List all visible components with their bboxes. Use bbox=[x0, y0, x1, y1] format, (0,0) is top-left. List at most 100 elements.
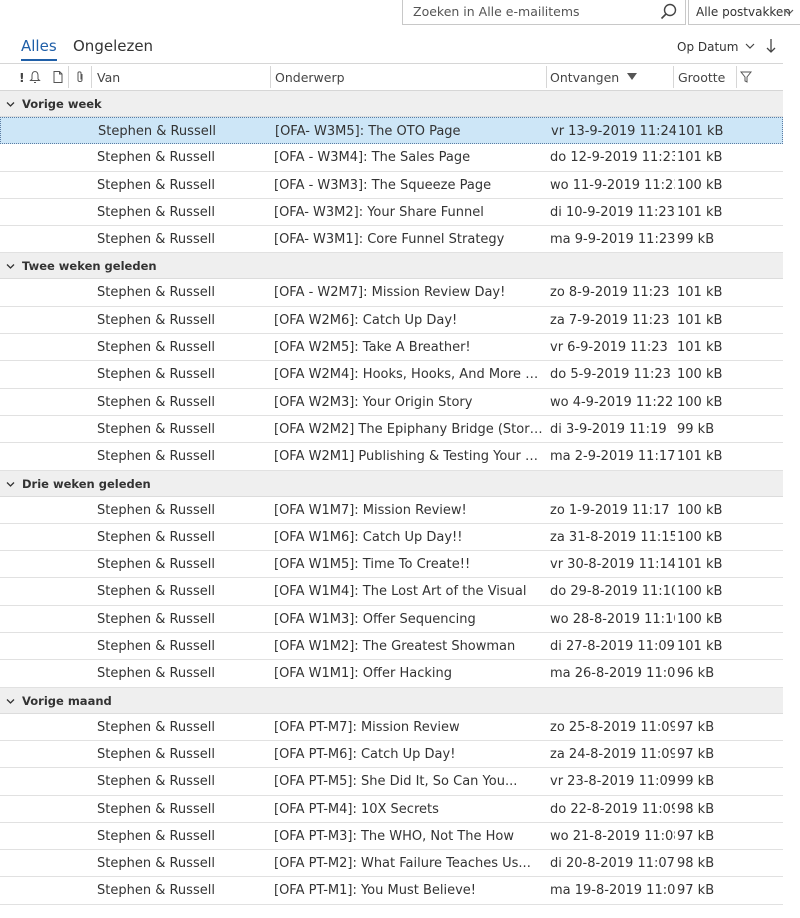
chevron-down-icon[interactable] bbox=[6, 697, 15, 706]
search-box bbox=[402, 0, 686, 25]
message-row[interactable]: Stephen & Russell [OFA - W3M3]: The Squee… bbox=[0, 172, 783, 199]
message-subject: [OFA PT-M3]: The WHO, Not The How bbox=[274, 828, 514, 844]
message-subject: [OFA PT-M6]: Catch Up Day! bbox=[274, 746, 456, 762]
sort-direction-arrow-icon[interactable] bbox=[764, 36, 778, 56]
message-size: 101 kB bbox=[678, 124, 724, 139]
sort-by-dropdown[interactable]: Op Datum bbox=[677, 40, 755, 54]
message-row[interactable]: Stephen & Russell [OFA- W3M5]: The OTO Pa… bbox=[0, 117, 783, 145]
message-sender: Stephen & Russell bbox=[97, 449, 215, 465]
tab-all[interactable]: Alles bbox=[21, 37, 57, 61]
flag-filter-icon[interactable] bbox=[740, 70, 752, 84]
message-subject: [OFA PT-M4]: 10X Secrets bbox=[274, 801, 439, 817]
message-row[interactable]: Stephen & Russell [OFA W1M2]: The Greates… bbox=[0, 633, 783, 661]
chevron-down-icon[interactable] bbox=[6, 262, 15, 271]
message-sender: Stephen & Russell bbox=[97, 177, 215, 193]
message-subject: [OFA- W3M5]: The OTO Page bbox=[275, 124, 461, 139]
message-row[interactable]: Stephen & Russell [OFA - W2M7]: Mission R… bbox=[0, 279, 783, 307]
message-row[interactable]: Stephen & Russell [OFA W2M6]: Catch Up Da… bbox=[0, 307, 783, 335]
message-size: 98 kB bbox=[677, 801, 715, 817]
message-row[interactable]: Stephen & Russell [OFA PT-M7]: Mission Re… bbox=[0, 714, 783, 741]
message-row[interactable]: Stephen & Russell [OFA W1M4]: The Lost Ar… bbox=[0, 578, 783, 606]
message-size: 96 kB bbox=[677, 666, 715, 682]
group-header[interactable]: Vorige maand bbox=[0, 687, 783, 714]
message-received: do 22-8-2019 11:09 bbox=[550, 801, 675, 817]
from-column[interactable]: Van bbox=[97, 64, 120, 90]
message-row[interactable]: Stephen & Russell [OFA W1M3]: Offer Seque… bbox=[0, 606, 783, 634]
message-subject: [OFA W2M4]: Hooks, Hooks, And More Hooks bbox=[274, 367, 546, 383]
sort-by-label: Op Datum bbox=[677, 40, 739, 54]
group-header[interactable]: Vorige week bbox=[0, 91, 783, 117]
message-row[interactable]: Stephen & Russell [OFA W2M1] Publishing &… bbox=[0, 443, 783, 471]
chevron-down-icon[interactable] bbox=[6, 480, 15, 489]
message-row[interactable]: Stephen & Russell [OFA W1M5]: Time To Cre… bbox=[0, 551, 783, 579]
message-row[interactable]: Stephen & Russell [OFA W2M4]: Hooks, Hook… bbox=[0, 361, 783, 389]
message-row[interactable]: Stephen & Russell [OFA PT-M2]: What Failu… bbox=[0, 850, 783, 878]
message-sender: Stephen & Russell bbox=[97, 774, 215, 790]
message-size: 101 kB bbox=[677, 449, 723, 465]
scrollbar-track[interactable] bbox=[783, 91, 800, 918]
message-size: 99 kB bbox=[677, 774, 715, 790]
message-row[interactable]: Stephen & Russell [OFA - W3M4]: The Sales… bbox=[0, 144, 783, 172]
message-row[interactable]: Stephen & Russell [OFA W2M2] The Epiphany… bbox=[0, 416, 783, 444]
group-label: Vorige maand bbox=[22, 693, 112, 708]
attachment-paperclip-icon[interactable] bbox=[74, 70, 86, 84]
message-size: 100 kB bbox=[677, 177, 723, 193]
column-separator bbox=[673, 66, 674, 88]
message-sender: Stephen & Russell bbox=[97, 883, 215, 899]
message-received: vr 13-9-2019 11:24 bbox=[551, 124, 676, 139]
reminder-bell-icon[interactable] bbox=[29, 70, 41, 84]
message-row[interactable]: Stephen & Russell [OFA PT-M1]: You Must B… bbox=[0, 877, 783, 905]
message-row[interactable]: Stephen & Russell [OFA PT-M6]: Catch Up D… bbox=[0, 741, 783, 769]
chevron-down-icon bbox=[745, 43, 755, 49]
group-label: Vorige week bbox=[22, 97, 102, 111]
message-row[interactable]: Stephen & Russell [OFA- W3M1]: Core Funne… bbox=[0, 226, 783, 254]
message-subject: [OFA W1M1]: Offer Hacking bbox=[274, 666, 452, 682]
message-sender: Stephen & Russell bbox=[97, 639, 215, 655]
message-row[interactable]: Stephen & Russell [OFA W1M7]: Mission Rev… bbox=[0, 497, 783, 524]
message-subject: [OFA W1M5]: Time To Create!! bbox=[274, 557, 471, 573]
message-size: 100 kB bbox=[677, 394, 723, 410]
message-sender: Stephen & Russell bbox=[97, 557, 215, 573]
message-row[interactable]: Stephen & Russell [OFA W2M5]: Take A Brea… bbox=[0, 334, 783, 362]
search-bar: Alle postvakken bbox=[0, 0, 800, 28]
group-header[interactable]: Drie weken geleden bbox=[0, 470, 783, 497]
size-column[interactable]: Grootte bbox=[678, 64, 725, 90]
message-sender: Stephen & Russell bbox=[97, 340, 215, 356]
column-header: ! Van Onderwerp Ontvangen Grootte bbox=[0, 63, 783, 91]
message-subject: [OFA W1M2]: The Greatest Showman bbox=[274, 639, 516, 655]
search-icon[interactable] bbox=[659, 2, 679, 22]
received-column[interactable]: Ontvangen bbox=[550, 64, 638, 90]
message-row[interactable]: Stephen & Russell [OFA PT-M4]: 10X Secret… bbox=[0, 796, 783, 823]
message-subject: [OFA PT-M2]: What Failure Teaches Us... bbox=[274, 856, 531, 872]
message-row[interactable]: Stephen & Russell [OFA W2M3]: Your Origin… bbox=[0, 389, 783, 416]
message-received: do 29-8-2019 11:10 bbox=[550, 584, 675, 600]
message-received: zo 8-9-2019 11:23 bbox=[550, 285, 670, 301]
message-sender: Stephen & Russell bbox=[97, 502, 215, 518]
importance-column[interactable]: ! bbox=[19, 64, 25, 90]
mailbox-scope-select[interactable]: Alle postvakken bbox=[688, 0, 800, 25]
message-row[interactable]: Stephen & Russell [OFA W1M1]: Offer Hacki… bbox=[0, 660, 783, 688]
message-size: 99 kB bbox=[677, 232, 715, 248]
subject-column[interactable]: Onderwerp bbox=[275, 64, 345, 90]
message-sender: Stephen & Russell bbox=[97, 312, 215, 328]
message-received: ma 2-9-2019 11:17 bbox=[550, 449, 675, 465]
group-header[interactable]: Twee weken geleden bbox=[0, 253, 783, 280]
message-size: 97 kB bbox=[677, 883, 715, 899]
message-subject: [OFA W1M7]: Mission Review! bbox=[274, 502, 467, 518]
item-type-icon[interactable] bbox=[52, 70, 64, 84]
message-sender: Stephen & Russell bbox=[97, 666, 215, 682]
message-sender: Stephen & Russell bbox=[97, 204, 215, 220]
message-received: zo 1-9-2019 11:17 bbox=[550, 502, 670, 518]
message-row[interactable]: Stephen & Russell [OFA PT-M5]: She Did It… bbox=[0, 768, 783, 796]
search-input[interactable] bbox=[403, 0, 653, 23]
message-size: 101 kB bbox=[677, 285, 723, 301]
message-row[interactable]: Stephen & Russell [OFA- W3M2]: Your Share… bbox=[0, 199, 783, 227]
message-received: wo 11-9-2019 11:23 bbox=[550, 177, 675, 193]
message-row[interactable]: Stephen & Russell [OFA PT-M3]: The WHO, N… bbox=[0, 823, 783, 851]
message-received: vr 30-8-2019 11:14 bbox=[550, 557, 675, 573]
message-size: 100 kB bbox=[677, 529, 723, 545]
chevron-down-icon[interactable] bbox=[6, 100, 15, 109]
tab-unread[interactable]: Ongelezen bbox=[73, 37, 153, 55]
message-size: 98 kB bbox=[677, 856, 715, 872]
message-row[interactable]: Stephen & Russell [OFA W1M6]: Catch Up Da… bbox=[0, 524, 783, 552]
